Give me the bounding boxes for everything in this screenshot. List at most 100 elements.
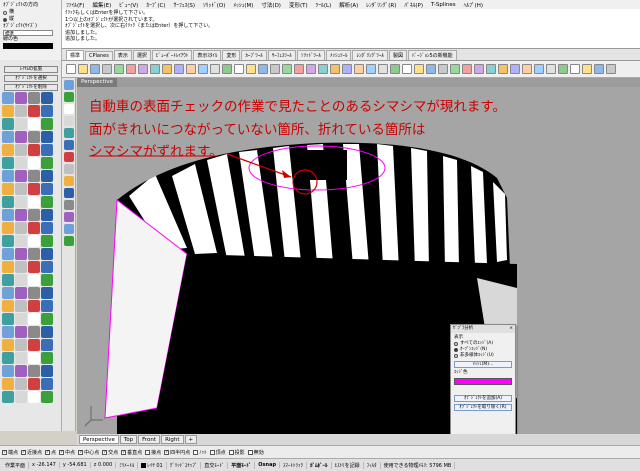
delete-object-button[interactable]: ｵﾌﾞｼﾞｪｸﾄを削除 xyxy=(4,84,58,91)
add-object-button[interactable]: ｵﾌﾞｼﾞｪｸﾄを追加(A) xyxy=(454,395,512,402)
toolbar-tab[interactable]: ﾊﾞｰｼﾞｮﾝ5の新機能 xyxy=(408,50,457,60)
toolbar-tool-icon[interactable] xyxy=(318,64,328,74)
modeling-tool-icon[interactable] xyxy=(2,170,14,182)
modeling-tool-icon[interactable] xyxy=(41,144,53,156)
toolbar-tool-icon[interactable] xyxy=(438,64,448,74)
osnap-option[interactable]: ✓ 垂直点 xyxy=(121,449,142,456)
modeling-tool-icon[interactable] xyxy=(2,248,14,260)
toolbar-tool-icon[interactable] xyxy=(198,64,208,74)
toolbar-tab[interactable]: ﾋﾞｭｰﾎﾟｰﾄﾚｲｱｳﾄ xyxy=(151,50,193,60)
smarttrack-toggle[interactable]: ｽﾏｰﾄﾄﾗｯｸ xyxy=(280,461,308,469)
modeling-tool-icon[interactable] xyxy=(28,391,40,403)
modeling-tool-icon[interactable] xyxy=(41,196,53,208)
menu-item[interactable]: ﾂｰﾙ(L) xyxy=(312,1,336,9)
modeling-tool-icon[interactable] xyxy=(41,235,53,247)
toolbar-tool-icon[interactable] xyxy=(378,64,388,74)
osnap-checkbox[interactable] xyxy=(228,449,234,455)
side-tool-icon[interactable] xyxy=(63,164,74,174)
tab-perspective[interactable]: Perspective xyxy=(79,435,119,444)
toolbar-tool-icon[interactable] xyxy=(306,64,316,74)
toolbar-tab[interactable]: ｻｰﾌｪｽﾂｰﾙ xyxy=(267,50,296,60)
toolbar-tool-icon[interactable] xyxy=(402,64,412,74)
toolbar-tool-icon[interactable] xyxy=(90,64,100,74)
modeling-tool-icon[interactable] xyxy=(2,235,14,247)
modeling-tool-icon[interactable] xyxy=(41,274,53,286)
side-tool-icon[interactable] xyxy=(63,224,74,234)
menu-item[interactable]: 変形(T) xyxy=(285,1,312,9)
toolbar-tab[interactable]: ｶｰﾌﾞﾂｰﾙ xyxy=(241,50,267,60)
menu-item[interactable]: ﾊﾟﾈﾙ(P) xyxy=(400,1,427,9)
toolbar-tool-icon[interactable] xyxy=(354,64,364,74)
toolbar-tool-icon[interactable] xyxy=(222,64,232,74)
modeling-tool-icon[interactable] xyxy=(15,391,27,403)
modeling-tool-icon[interactable] xyxy=(15,222,27,234)
toolbar-tool-icon[interactable] xyxy=(66,64,76,74)
tab-top[interactable]: Top xyxy=(119,435,138,444)
toolbar-tool-icon[interactable] xyxy=(258,64,268,74)
osnap-option[interactable]: ✓ 交点 xyxy=(102,449,118,456)
modeling-tool-icon[interactable] xyxy=(15,209,27,221)
toolbar-tool-icon[interactable] xyxy=(366,64,376,74)
toolbar-tab[interactable]: 製図 xyxy=(388,50,407,60)
modeling-tool-icon[interactable] xyxy=(15,170,27,182)
modeling-tool-icon[interactable] xyxy=(15,313,27,325)
osnap-checkbox[interactable]: ✓ xyxy=(2,449,7,455)
modeling-tool-icon[interactable] xyxy=(28,170,40,182)
osnap-option[interactable]: ✓ 点 xyxy=(45,449,56,456)
toolbar-tool-icon[interactable] xyxy=(582,64,592,74)
modeling-tool-icon[interactable] xyxy=(2,391,14,403)
osnap-checkbox[interactable]: ✓ xyxy=(121,449,127,455)
osnap-checkbox[interactable]: ✓ xyxy=(45,449,51,455)
remove-object-button[interactable]: ｵﾌﾞｼﾞｪｸﾄを取り除く(R) xyxy=(454,404,512,411)
toolbar-tab[interactable]: ｿﾘｯﾄﾞﾂｰﾙ xyxy=(296,50,325,60)
modeling-tool-icon[interactable] xyxy=(15,300,27,312)
history-toggle[interactable]: ﾋｽﾄﾘを記録 xyxy=(332,461,364,469)
modeling-tool-icon[interactable] xyxy=(2,105,14,117)
modeling-tool-icon[interactable] xyxy=(2,352,14,364)
toolbar-tool-icon[interactable] xyxy=(210,64,220,74)
side-tool-icon[interactable] xyxy=(63,152,74,162)
toolbar-tab[interactable]: 標準 xyxy=(66,50,85,60)
modeling-tool-icon[interactable] xyxy=(28,105,40,117)
modeling-tool-icon[interactable] xyxy=(28,118,40,130)
menu-item[interactable]: ｿﾘｯﾄﾞ(O) xyxy=(199,1,229,9)
modeling-tool-icon[interactable] xyxy=(2,300,14,312)
toolbar-tool-icon[interactable] xyxy=(606,64,616,74)
modeling-tool-icon[interactable] xyxy=(41,287,53,299)
toolbar-tool-icon[interactable] xyxy=(462,64,472,74)
toolbar-tab[interactable]: CPlanes xyxy=(85,51,113,60)
toolbar-tool-icon[interactable] xyxy=(270,64,280,74)
toolbar-tool-icon[interactable] xyxy=(234,64,244,74)
toolbar-tool-icon[interactable] xyxy=(414,64,424,74)
modeling-tool-icon[interactable] xyxy=(28,261,40,273)
modeling-tool-icon[interactable] xyxy=(2,222,14,234)
side-tool-icon[interactable] xyxy=(63,236,74,246)
gumball-toggle[interactable]: ｶﾞﾑﾎﾞｰﾙ xyxy=(307,461,332,469)
osnap-checkbox[interactable] xyxy=(145,449,151,455)
toolbar-tool-icon[interactable] xyxy=(246,64,256,74)
modeling-tool-icon[interactable] xyxy=(28,274,40,286)
toolbar-tool-icon[interactable] xyxy=(534,64,544,74)
modeling-tool-icon[interactable] xyxy=(15,183,27,195)
modeling-tool-icon[interactable] xyxy=(28,300,40,312)
modeling-tool-icon[interactable] xyxy=(15,326,27,338)
modeling-tool-icon[interactable] xyxy=(2,92,14,104)
modeling-tool-icon[interactable] xyxy=(15,105,27,117)
osnap-option[interactable]: 接点 xyxy=(145,449,161,456)
side-tool-icon[interactable] xyxy=(63,188,74,198)
grid-snap-toggle[interactable]: ｸﾞﾘｯﾄﾞｽﾅｯﾌﾟ xyxy=(167,461,202,469)
toolbar-tool-icon[interactable] xyxy=(282,64,292,74)
osnap-option[interactable]: ✓ 中点 xyxy=(59,449,75,456)
modeling-tool-icon[interactable] xyxy=(2,118,14,130)
modeling-tool-icon[interactable] xyxy=(15,352,27,364)
menu-item[interactable]: ﾒｯｼｭ(M) xyxy=(229,1,257,9)
modeling-tool-icon[interactable] xyxy=(41,222,53,234)
modeling-tool-icon[interactable] xyxy=(41,248,53,260)
osnap-option[interactable]: 無効 xyxy=(247,449,264,456)
modeling-tool-icon[interactable] xyxy=(2,274,14,286)
side-tool-icon[interactable] xyxy=(63,80,74,90)
edge-color-swatch[interactable] xyxy=(454,378,512,385)
layer-expand-button[interactable]: ﾚｲﾔﾑの拡張 xyxy=(4,66,58,73)
menu-item[interactable]: 解析(A) xyxy=(335,1,362,9)
osnap-option[interactable]: ✓ 近接点 xyxy=(21,449,42,456)
